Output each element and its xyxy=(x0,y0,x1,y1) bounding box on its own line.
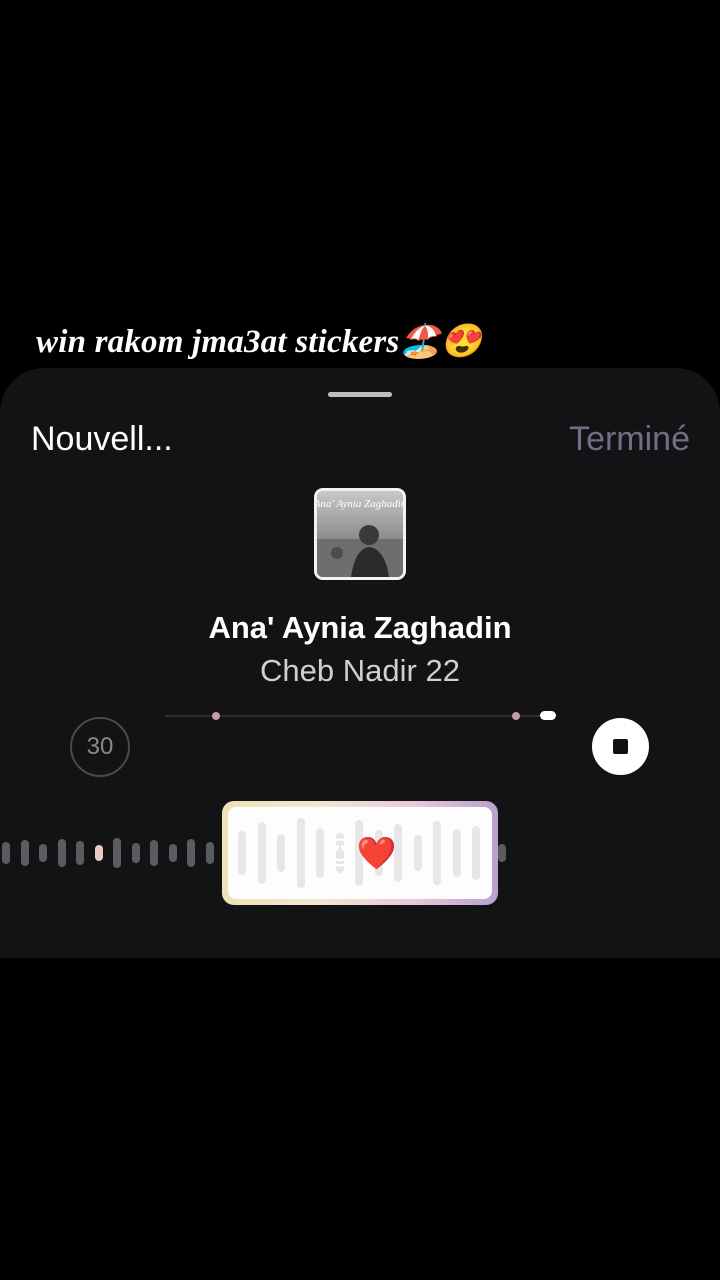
waveform-bar xyxy=(131,843,140,863)
waveform-bar xyxy=(205,842,214,864)
story-caption: win rakom jma3at stickers🏖️😍 xyxy=(36,324,483,360)
stop-button[interactable] xyxy=(592,718,649,775)
clip-selection-window[interactable]: 😍❤️ xyxy=(222,801,498,905)
waveform-bar xyxy=(2,842,10,864)
clip-selection-inner: 😍❤️ xyxy=(228,807,492,899)
scrubber-start-marker xyxy=(212,712,220,720)
scrubber-handle[interactable] xyxy=(540,711,556,720)
waveform-bar xyxy=(168,844,177,862)
waveform-bar xyxy=(39,844,47,862)
sheet-title: Nouvell... xyxy=(31,420,173,458)
playback-scrubber[interactable] xyxy=(165,711,556,720)
waveform-bar xyxy=(57,839,66,867)
music-picker-sheet: Nouvell... Terminé Ana' Aynia Zaghadin A… xyxy=(0,368,720,958)
selection-emoji-label: 😍❤️ xyxy=(323,835,397,871)
clip-duration-button[interactable]: 30 xyxy=(70,717,130,777)
stop-icon xyxy=(613,739,628,754)
waveform-bar xyxy=(150,840,158,866)
waveform-bar xyxy=(113,838,121,868)
track-title: Ana' Aynia Zaghadin xyxy=(208,610,512,645)
waveform-bar xyxy=(498,844,506,862)
waveform-bar xyxy=(76,841,84,865)
waveform-bar xyxy=(20,840,29,866)
track-artist: Cheb Nadir 22 xyxy=(260,653,460,688)
waveform-bar xyxy=(94,845,103,861)
waveform-bar xyxy=(187,839,195,867)
album-cover-art: Ana' Aynia Zaghadin xyxy=(317,491,403,577)
sheet-grabber[interactable] xyxy=(328,392,392,397)
scrubber-end-marker xyxy=(512,712,520,720)
album-cover: Ana' Aynia Zaghadin xyxy=(314,488,406,580)
done-button[interactable]: Terminé xyxy=(569,420,690,459)
cover-text: Ana' Aynia Zaghadin xyxy=(317,498,403,510)
